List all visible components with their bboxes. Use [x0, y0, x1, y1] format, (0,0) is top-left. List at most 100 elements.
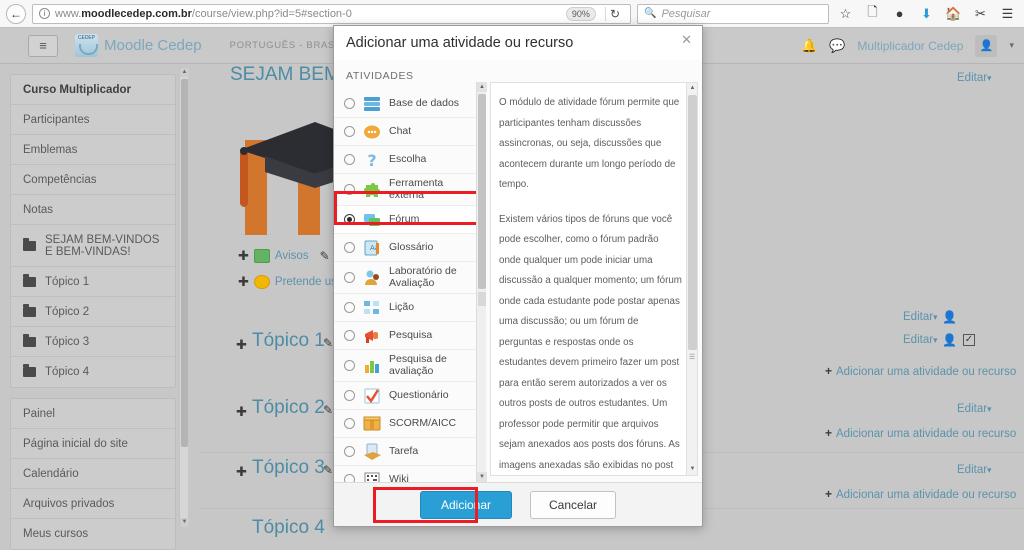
topic-heading-4[interactable]: Tópico 4: [252, 517, 325, 539]
activity-label[interactable]: Pretende us: [275, 276, 337, 288]
activity-option-question-rio[interactable]: Questionário: [334, 382, 486, 410]
back-arrow-icon[interactable]: ←: [6, 3, 26, 24]
activity-row-pretende[interactable]: ✚ Pretende us: [238, 274, 337, 290]
drag-handle-icon[interactable]: ✚: [236, 464, 247, 480]
sidebar-item-emblemas[interactable]: Emblemas: [11, 135, 175, 165]
radio-button[interactable]: [344, 98, 355, 109]
activity-option-f-rum[interactable]: Fórum: [334, 206, 486, 234]
nav-drawer-toggle-button[interactable]: ≡: [28, 34, 58, 57]
sidebar-item-notas[interactable]: Notas: [11, 195, 175, 225]
radio-button[interactable]: [344, 474, 355, 482]
editar-link[interactable]: Editar▾: [903, 311, 938, 323]
radio-button[interactable]: [344, 154, 355, 165]
activity-option-scorm-aicc[interactable]: SCORM/AICC: [334, 410, 486, 438]
edit-pencil-icon[interactable]: ✎: [323, 336, 333, 350]
sidebar-item-compet-ncias[interactable]: Competências: [11, 165, 175, 195]
topic-heading-3[interactable]: Tópico 3: [252, 457, 325, 479]
person-icon[interactable]: 👤: [942, 310, 957, 324]
radio-button[interactable]: [344, 390, 355, 401]
downloads-icon[interactable]: ⬇: [916, 4, 937, 24]
radio-button[interactable]: [344, 360, 355, 371]
scrollbar-thumb[interactable]: [181, 79, 188, 447]
editar-link[interactable]: Editar▾: [903, 334, 938, 346]
reader-icon[interactable]: 🗋: [862, 4, 883, 24]
sidebar-item-painel[interactable]: Painel: [11, 399, 175, 429]
add-activity-link[interactable]: + Adicionar uma atividade ou recurso: [825, 364, 1016, 378]
person-icon[interactable]: 👤: [942, 333, 957, 347]
edit-pencil-icon[interactable]: ✎: [320, 249, 330, 263]
activities-scrollbar[interactable]: ▲ ▼: [476, 82, 487, 482]
chevron-down-icon[interactable]: ▾: [1009, 40, 1014, 51]
editar-link[interactable]: Editar▾: [957, 403, 992, 415]
scrollbar-thumb[interactable]: [478, 94, 486, 289]
site-brand[interactable]: CEDEP Moodle Cedep: [75, 34, 202, 57]
menu-icon[interactable]: ☰: [997, 4, 1018, 24]
add-button[interactable]: Adicionar: [419, 490, 512, 519]
radio-button[interactable]: [344, 446, 355, 457]
cancel-button[interactable]: Cancelar: [530, 490, 617, 519]
scroll-down-arrow-icon[interactable]: ▼: [477, 472, 487, 482]
drag-handle-icon[interactable]: ✚: [238, 274, 249, 290]
sidebar-item-t-pico-3[interactable]: Tópico 3: [11, 327, 175, 357]
drag-handle-icon[interactable]: ✚: [236, 404, 247, 420]
messages-icon[interactable]: 💬: [829, 38, 845, 54]
radio-button[interactable]: [344, 272, 355, 283]
topic-heading-2[interactable]: Tópico 2: [252, 397, 325, 419]
editar-link[interactable]: Editar▾: [957, 72, 992, 84]
activity-option-base-de-dados[interactable]: Base de dados: [334, 90, 486, 118]
topic-heading-1[interactable]: Tópico 1: [252, 330, 325, 352]
add-activity-link[interactable]: + Adicionar uma atividade ou recurso: [825, 487, 1016, 501]
sidebar-item-t-pico-2[interactable]: Tópico 2: [11, 297, 175, 327]
activity-option-gloss-rio[interactable]: Aa Glossário: [334, 234, 486, 262]
drag-handle-icon[interactable]: ✚: [236, 337, 247, 353]
drawer-scrollbar[interactable]: ▲ ▼: [179, 68, 189, 527]
activity-option-wiki[interactable]: Wiki: [334, 466, 486, 482]
activity-option-tarefa[interactable]: Tarefa: [334, 438, 486, 466]
pocket-icon[interactable]: ●: [889, 4, 910, 24]
sidebar-item-participantes[interactable]: Participantes: [11, 105, 175, 135]
radio-button[interactable]: [344, 330, 355, 341]
radio-button[interactable]: [344, 214, 355, 225]
add-activity-link[interactable]: + Adicionar uma atividade ou recurso: [825, 426, 1016, 440]
search-input[interactable]: 🔍 Pesquisar: [637, 3, 829, 24]
activity-option-li-o[interactable]: Lição: [334, 294, 486, 322]
scroll-up-arrow-icon[interactable]: ▲: [687, 83, 698, 94]
radio-button[interactable]: [344, 418, 355, 429]
scroll-up-arrow-icon[interactable]: ▲: [477, 82, 487, 92]
radio-button[interactable]: [344, 302, 355, 313]
edit-pencil-icon[interactable]: ✎: [323, 463, 333, 477]
avatar[interactable]: 👤: [975, 34, 998, 57]
info-icon[interactable]: i: [39, 8, 50, 19]
radio-button[interactable]: [344, 184, 355, 195]
url-input[interactable]: i www.moodlecedep.com.br/course/view.php…: [32, 3, 631, 24]
scroll-up-arrow-icon[interactable]: ▲: [180, 68, 189, 77]
sidebar-item-p-gina-inicial-do-site[interactable]: Página inicial do site: [11, 429, 175, 459]
description-scrollbar[interactable]: ▲ ☰ ▼: [686, 83, 697, 475]
edit-pencil-icon[interactable]: ✎: [323, 403, 333, 417]
home-icon[interactable]: 🏠: [943, 4, 964, 24]
radio-button[interactable]: [344, 126, 355, 137]
scroll-down-arrow-icon[interactable]: ▼: [687, 464, 698, 475]
activity-option-pesquisa-de-avalia-o[interactable]: Pesquisa de avaliação: [334, 350, 486, 382]
sidebar-item-t-pico-4[interactable]: Tópico 4: [11, 357, 175, 387]
notifications-bell-icon[interactable]: 🔔: [801, 38, 817, 54]
drag-handle-icon[interactable]: ✚: [238, 248, 249, 264]
sidebar-item-meus-cursos[interactable]: Meus cursos: [11, 519, 175, 549]
activity-option-pesquisa[interactable]: Pesquisa: [334, 322, 486, 350]
bookmark-star-icon[interactable]: ☆: [835, 4, 856, 24]
activity-option-ferramenta-externa[interactable]: Ferramenta externa: [334, 174, 486, 206]
radio-button[interactable]: [344, 242, 355, 253]
reload-icon[interactable]: ↻: [604, 6, 624, 21]
scrollbar-thumb[interactable]: [688, 95, 697, 350]
sidebar-item-t-pico-1[interactable]: Tópico 1: [11, 267, 175, 297]
sidebar-item-curso-multiplicador[interactable]: Curso Multiplicador: [11, 75, 175, 105]
screenshot-icon[interactable]: ✂: [970, 4, 991, 24]
sidebar-item-sejam-bem-vindos-e-bem-vindas[interactable]: SEJAM BEM-VINDOS E BEM-VINDAS!: [11, 225, 175, 267]
sidebar-item-arquivos-privados[interactable]: Arquivos privados: [11, 489, 175, 519]
activity-label[interactable]: Avisos: [275, 250, 309, 262]
editar-link[interactable]: Editar▾: [957, 464, 992, 476]
activity-row-avisos[interactable]: ✚ Avisos ✎: [238, 248, 330, 264]
zoom-level-badge[interactable]: 90%: [565, 6, 596, 21]
sidebar-item-calend-rio[interactable]: Calendário: [11, 459, 175, 489]
user-menu-name[interactable]: Multiplicador Cedep: [857, 39, 963, 53]
